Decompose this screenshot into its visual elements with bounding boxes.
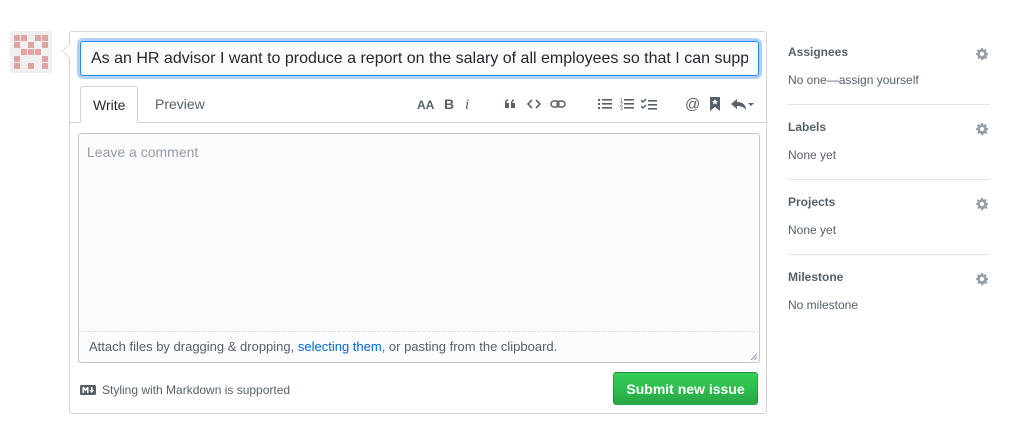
gear-icon[interactable] (974, 121, 990, 137)
task-list-icon[interactable] (639, 91, 659, 117)
svg-text:@: @ (685, 96, 700, 112)
svg-text:B: B (444, 97, 454, 111)
sidebar-value-milestone: No milestone (788, 298, 859, 312)
attach-text-before: Attach files by dragging & dropping, (89, 339, 298, 354)
sidebar-heading-labels: Labels (788, 120, 827, 134)
svg-text:AA: AA (417, 98, 435, 111)
tab-preview[interactable]: Preview (143, 86, 217, 122)
bold-icon[interactable]: B (439, 91, 459, 117)
file-attach-bar[interactable]: Attach files by dragging & dropping, sel… (78, 331, 760, 363)
sidebar-milestone: Milestone No milestone (788, 255, 990, 329)
sidebar-value-labels: None yet (788, 148, 837, 162)
select-files-link[interactable]: selecting them (298, 339, 382, 354)
svg-text:3: 3 (620, 106, 623, 111)
markdown-note-text[interactable]: Styling with Markdown is supported (102, 383, 290, 397)
sidebar-projects: Projects None yet (788, 180, 990, 255)
markdown-icon (80, 385, 96, 395)
bulleted-list-icon[interactable] (595, 91, 615, 117)
issue-sidebar: Assignees No one—assign yourself Labels … (788, 30, 990, 329)
resize-grip-icon[interactable] (750, 353, 758, 361)
sidebar-assignees: Assignees No one—assign yourself (788, 30, 990, 105)
markdown-note: Styling with Markdown is supported (80, 382, 290, 398)
comment-textarea[interactable] (78, 133, 760, 362)
code-icon[interactable] (524, 91, 544, 117)
link-icon[interactable] (548, 91, 568, 117)
issue-title-input[interactable] (80, 41, 759, 76)
sidebar-heading-projects: Projects (788, 195, 836, 209)
new-issue-form: Write Preview AA B i 123 @ (62, 31, 767, 414)
sidebar-labels: Labels None yet (788, 105, 990, 180)
gear-icon[interactable] (974, 46, 990, 62)
numbered-list-icon[interactable]: 123 (617, 91, 637, 117)
sidebar-heading-assignees: Assignees (788, 45, 849, 59)
sidebar-heading-milestone: Milestone (788, 270, 844, 284)
saved-reply-icon[interactable] (705, 91, 725, 117)
attach-text-after: , or pasting from the clipboard. (381, 339, 558, 354)
avatar[interactable] (10, 31, 52, 73)
tab-write[interactable]: Write (80, 86, 139, 123)
sidebar-value-assignees[interactable]: No one—assign yourself (788, 73, 919, 87)
quote-icon[interactable] (500, 91, 520, 117)
text-size-icon[interactable]: AA (416, 91, 436, 117)
mention-icon[interactable]: @ (683, 91, 703, 117)
sidebar-value-projects: None yet (788, 223, 837, 237)
svg-text:i: i (465, 97, 469, 111)
reply-icon[interactable] (730, 91, 754, 117)
italic-icon[interactable]: i (458, 91, 478, 117)
editor-tabbar: Write Preview AA B i 123 @ (70, 86, 766, 123)
submit-new-issue-button[interactable]: Submit new issue (613, 372, 758, 405)
gear-icon[interactable] (974, 271, 990, 287)
gear-icon[interactable] (974, 196, 990, 212)
